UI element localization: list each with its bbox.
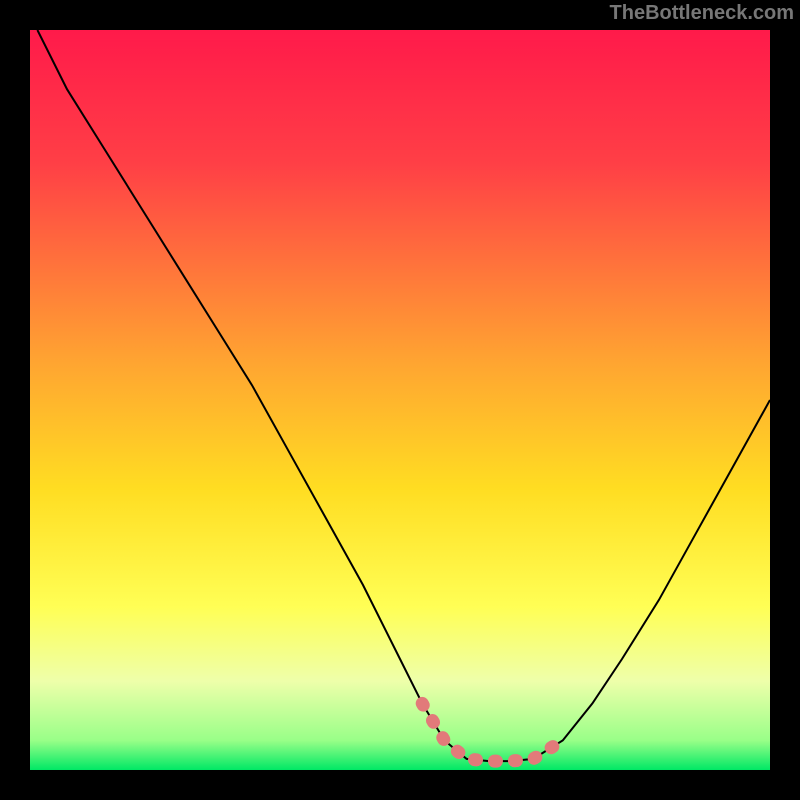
plot-area [30,30,770,770]
main-curve-line [37,30,770,761]
chart-container: TheBottleneck.com [0,0,800,800]
watermark-text: TheBottleneck.com [610,2,794,25]
curve-overlay [30,30,770,770]
